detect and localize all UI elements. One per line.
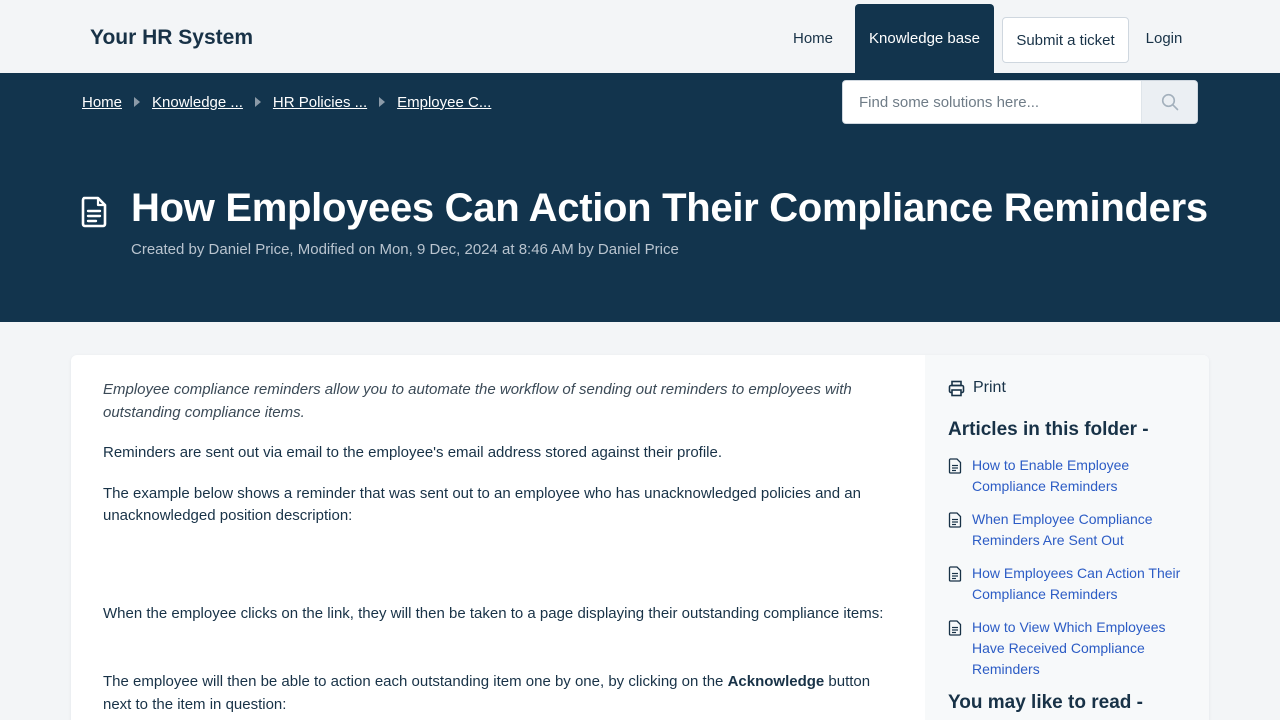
article-sidebar: Print Articles in this folder - How to E… bbox=[925, 355, 1209, 720]
article-paragraph: The example below shows a reminder that … bbox=[103, 484, 861, 525]
nav-knowledge-base-tab[interactable]: Knowledge base bbox=[855, 4, 994, 73]
article-meta: Created by Daniel Price, Modified on Mon… bbox=[131, 241, 679, 258]
list-item[interactable]: How to View Which Employees Have Receive… bbox=[948, 617, 1186, 680]
breadcrumb-knowledge-base[interactable]: Knowledge ... bbox=[152, 94, 243, 111]
list-item[interactable]: When Employee Compliance Reminders Are S… bbox=[948, 509, 1186, 551]
image-placeholder bbox=[103, 643, 893, 671]
related-articles-heading: You may like to read - bbox=[948, 692, 1143, 713]
article-card: Employee compliance reminders allow you … bbox=[71, 355, 1209, 720]
document-icon bbox=[81, 196, 107, 228]
printer-icon bbox=[948, 380, 965, 396]
list-item[interactable]: How Employees Can Action Their Complianc… bbox=[948, 563, 1186, 605]
document-icon bbox=[948, 458, 962, 474]
search-bar bbox=[842, 80, 1198, 124]
article-paragraph: When the employee clicks on the link, th… bbox=[103, 604, 884, 622]
print-button[interactable]: Print bbox=[948, 379, 1186, 397]
list-item[interactable]: How to Enable Employee Compliance Remind… bbox=[948, 455, 1186, 497]
folder-articles-heading: Articles in this folder - bbox=[948, 419, 1149, 440]
search-icon bbox=[1161, 93, 1178, 111]
breadcrumb-separator-icon bbox=[379, 97, 386, 107]
search-button[interactable] bbox=[1141, 81, 1197, 123]
article-intro: Employee compliance reminders allow you … bbox=[103, 381, 852, 421]
page-title: How Employees Can Action Their Complianc… bbox=[131, 186, 1208, 230]
login-link[interactable]: Login bbox=[1136, 4, 1192, 73]
paragraph-text: The employee will then be able to action… bbox=[103, 673, 728, 690]
article-paragraph: Reminders are sent out via email to the … bbox=[103, 444, 723, 461]
folder-article-link[interactable]: How Employees Can Action Their Complianc… bbox=[972, 563, 1186, 605]
breadcrumb: Home Knowledge ... HR Policies ... Emplo… bbox=[82, 92, 491, 112]
breadcrumb-separator-icon bbox=[134, 97, 141, 107]
acknowledge-keyword: Acknowledge bbox=[727, 673, 825, 690]
top-navigation: Your HR System Home Knowledge base Submi… bbox=[0, 0, 1280, 73]
breadcrumb-home[interactable]: Home bbox=[82, 94, 122, 111]
document-icon bbox=[948, 512, 962, 528]
folder-article-list: How to Enable Employee Compliance Remind… bbox=[948, 455, 1186, 680]
document-icon bbox=[948, 620, 962, 636]
document-icon bbox=[948, 566, 962, 582]
article-header-banner: Home Knowledge ... HR Policies ... Emplo… bbox=[0, 73, 1280, 322]
image-placeholder bbox=[103, 546, 893, 603]
folder-article-link[interactable]: When Employee Compliance Reminders Are S… bbox=[972, 509, 1186, 551]
breadcrumb-hr-policies[interactable]: HR Policies ... bbox=[273, 94, 367, 111]
article-body: Employee compliance reminders allow you … bbox=[103, 379, 893, 720]
brand-name[interactable]: Your HR System bbox=[90, 26, 253, 50]
breadcrumb-employee-compliance[interactable]: Employee C... bbox=[397, 94, 491, 111]
article-paragraph: The employee will then be able to action… bbox=[103, 671, 893, 716]
nav-home-link[interactable]: Home bbox=[782, 4, 844, 73]
submit-ticket-button[interactable]: Submit a ticket bbox=[1002, 17, 1129, 63]
folder-article-link[interactable]: How to View Which Employees Have Receive… bbox=[972, 617, 1186, 680]
folder-article-link[interactable]: How to Enable Employee Compliance Remind… bbox=[972, 455, 1186, 497]
print-label: Print bbox=[973, 379, 1006, 396]
search-input[interactable] bbox=[843, 81, 1141, 123]
breadcrumb-separator-icon bbox=[254, 97, 261, 107]
